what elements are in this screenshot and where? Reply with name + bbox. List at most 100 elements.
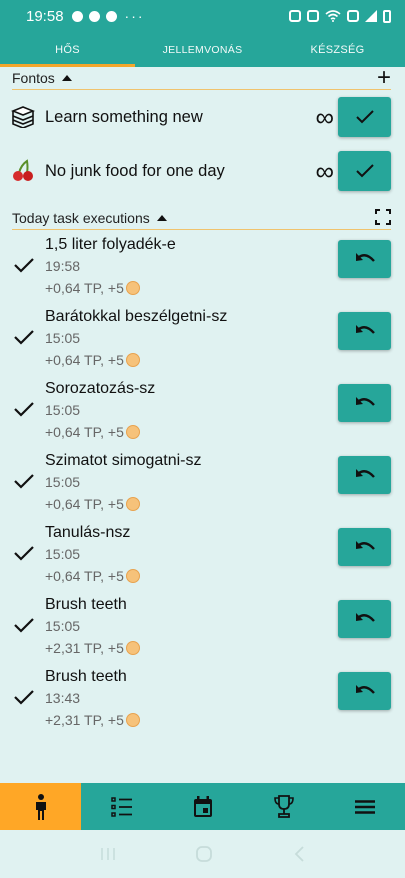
tab-hos[interactable]: HŐS	[0, 32, 135, 67]
important-header-label: Fontos	[12, 70, 55, 86]
execution-name: Brush teeth	[45, 668, 127, 685]
infinity-icon: ∞	[315, 156, 334, 186]
execution-time: 15:05	[45, 618, 81, 634]
executions-header-label: Today task executions	[12, 209, 150, 226]
check-icon	[14, 546, 34, 561]
collapse-caret-icon[interactable]	[61, 75, 72, 81]
complete-habit-button[interactable]	[338, 97, 391, 137]
coin-icon	[125, 713, 140, 727]
reward-text: +2,31 TP, +5	[45, 640, 124, 656]
list-item: Barátokkal beszélgetni-sz 15:05 +0,64 TP…	[0, 308, 405, 380]
undo-button[interactable]	[338, 600, 391, 638]
trophy-icon	[273, 794, 294, 818]
fullscreen-icon[interactable]	[375, 206, 391, 230]
back-icon[interactable]	[293, 845, 305, 863]
tab-label: JELLEMVONÁS	[162, 43, 243, 56]
coin-icon	[125, 281, 140, 295]
check-icon	[355, 164, 374, 178]
undo-button[interactable]	[338, 456, 391, 494]
important-section-header[interactable]: Fontos +	[12, 66, 391, 90]
coin-icon	[125, 641, 140, 655]
menu-icon	[354, 799, 375, 814]
reward-text: +0,64 TP, +5	[45, 352, 124, 368]
undo-button[interactable]	[338, 384, 391, 422]
executions-section-header[interactable]: Today task executions	[12, 206, 391, 230]
plus-icon[interactable]: +	[377, 66, 391, 90]
undo-button[interactable]	[338, 240, 391, 278]
check-icon	[355, 110, 374, 124]
coin-icon	[125, 425, 140, 439]
bottom-nav	[0, 783, 405, 830]
undo-icon	[355, 613, 375, 622]
tab-keszseg[interactable]: KÉSZSÉG	[270, 32, 405, 67]
habit-row: No junk food for one day ∞	[0, 144, 405, 198]
execution-time: 15:05	[45, 474, 81, 490]
execution-time: 19:58	[45, 258, 81, 274]
check-icon	[14, 690, 34, 705]
execution-name: Barátokkal beszélgetni-sz	[45, 308, 228, 325]
undo-button[interactable]	[338, 312, 391, 350]
execution-reward: +0,64 TP, +5	[45, 352, 140, 368]
habit-title: Learn something new	[45, 107, 203, 126]
undo-button[interactable]	[338, 672, 391, 710]
execution-reward: +0,64 TP, +5	[45, 568, 140, 584]
undo-icon	[355, 397, 375, 406]
tab-jellemvonas[interactable]: JELLEMVONÁS	[135, 32, 270, 67]
notification-overflow: ···	[124, 8, 145, 24]
signal-icon	[365, 10, 377, 22]
execution-name: Tanulás-nsz	[45, 524, 131, 541]
nav-achievements[interactable]	[243, 783, 324, 830]
undo-icon	[355, 685, 375, 694]
messenger-icon	[71, 10, 83, 22]
execution-reward: +0,64 TP, +5	[45, 424, 140, 440]
execution-name: Brush teeth	[45, 596, 127, 613]
status-time: 19:58	[26, 7, 64, 25]
alarm-icon	[289, 10, 301, 22]
check-icon	[14, 258, 34, 273]
check-icon	[14, 402, 34, 417]
battery-icon	[383, 9, 391, 23]
nav-character[interactable]	[0, 783, 81, 830]
calendar-icon	[193, 795, 212, 817]
recents-icon[interactable]	[100, 846, 116, 862]
list-item: Brush teeth 13:43 +2,31 TP, +5	[0, 668, 405, 740]
execution-time: 15:05	[45, 546, 81, 562]
person-icon	[35, 793, 46, 820]
execution-reward: +0,64 TP, +5	[45, 280, 140, 296]
volte-icon	[347, 10, 359, 22]
system-nav-bar	[0, 830, 405, 878]
nav-menu[interactable]	[324, 783, 405, 830]
list-item: 1,5 liter folyadék-e 19:58 +0,64 TP, +5	[0, 236, 405, 308]
execution-name: Sorozatozás-sz	[45, 380, 156, 397]
execution-reward: +0,64 TP, +5	[45, 496, 140, 512]
habit-title: No junk food for one day	[45, 161, 225, 180]
complete-habit-button[interactable]	[338, 151, 391, 191]
reward-text: +0,64 TP, +5	[45, 424, 124, 440]
list-item: Brush teeth 15:05 +2,31 TP, +5	[0, 596, 405, 668]
collapse-caret-icon[interactable]	[156, 214, 167, 221]
mute-icon	[307, 10, 319, 22]
execution-name: 1,5 liter folyadék-e	[45, 236, 176, 253]
execution-reward: +2,31 TP, +5	[45, 712, 140, 728]
tab-bar: HŐS JELLEMVONÁS KÉSZSÉG	[0, 32, 405, 67]
undo-icon	[355, 469, 375, 478]
execution-time: 15:05	[45, 330, 81, 346]
cherries-icon	[11, 159, 35, 183]
snapchat-icon	[88, 10, 100, 22]
wifi-icon	[325, 10, 341, 22]
check-icon	[14, 474, 34, 489]
undo-icon	[355, 253, 375, 262]
nav-list[interactable]	[81, 783, 162, 830]
home-icon[interactable]	[195, 845, 213, 863]
check-icon	[14, 618, 34, 633]
tab-label: KÉSZSÉG	[310, 43, 365, 56]
reward-text: +0,64 TP, +5	[45, 280, 124, 296]
tab-label: HŐS	[55, 43, 80, 56]
status-bar: 19:58 ···	[0, 0, 405, 32]
nav-calendar[interactable]	[162, 783, 243, 830]
undo-button[interactable]	[338, 528, 391, 566]
reward-text: +0,64 TP, +5	[45, 568, 124, 584]
coin-icon	[125, 353, 140, 367]
execution-name: Szimatot simogatni-sz	[45, 452, 202, 469]
list-item: Szimatot simogatni-sz 15:05 +0,64 TP, +5	[0, 452, 405, 524]
